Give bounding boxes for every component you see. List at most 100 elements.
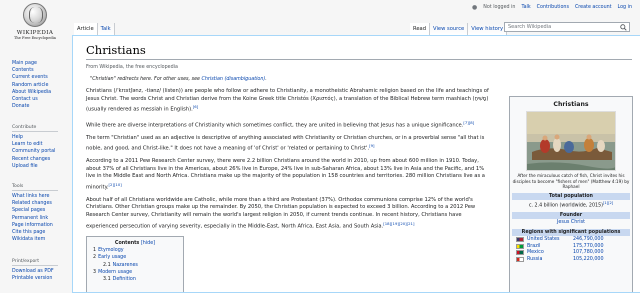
region-country[interactable]: United States [527,237,573,242]
login-link[interactable]: Log in [618,5,632,10]
contribute-heading: Contribute [12,125,58,132]
create-account-link[interactable]: Create account [575,5,612,10]
contributions-link[interactable]: Contributions [537,5,569,10]
nav-contribute: Contribute Help Learn to edit Community … [12,125,68,170]
regions-list: United States 246,790,000 Brazil 175,770,00… [512,236,630,262]
sidebar: WIKIPEDIA The Free Encyclopedia Main pag… [0,0,70,293]
region-row: United States 246,790,000 [512,236,630,243]
paragraph-3: The term "Christian" used as an adjectiv… [86,134,485,153]
nav-printable-version[interactable]: Printable version [12,275,68,282]
nav-help[interactable]: Help [12,134,68,141]
tab-view-source[interactable]: View source [430,23,469,35]
nav-learn-to-edit[interactable]: Learn to edit [12,141,68,148]
user-links: ● Not logged in Talk Contributions Creat… [472,4,632,11]
main-content: Christians From Wikipedia, the free ency… [72,35,640,293]
page-title: Christians [86,43,146,57]
nav-download-pdf[interactable]: Download as PDF [12,268,68,275]
flag-icon [516,250,524,256]
user-icon: ● [472,4,478,11]
infobox-painting[interactable] [526,111,616,171]
search-input[interactable]: Search Wikipedia [504,22,630,32]
infobox-caption: After the miraculous catch of fish, Chri… [512,173,630,190]
paragraph-1: Christians (/ˈkrɪstʃənz, -tiənz/ (listen… [86,88,489,113]
nav-wikidata-item[interactable]: Wikidata item [12,236,68,243]
total-population-value: c. 2.4 billion (worldwide, 2015)[1][2] [528,200,614,209]
founder-heading: Founder [512,212,630,220]
region-country[interactable]: Mexico [527,250,573,255]
title-divider [86,59,632,60]
nav-recent-changes[interactable]: Recent changes [12,156,68,163]
toc-item[interactable]: 2.1 Nazarenes [93,262,177,269]
ref-p2[interactable]: [7][8] [463,120,474,125]
toc-hide-toggle[interactable]: [hide] [141,241,155,246]
region-row: Brazil 175,770,000 [512,243,630,250]
site-subtitle: From Wikipedia, the free encyclopedia [86,65,178,70]
nav-donate[interactable]: Donate [12,103,68,110]
nav-main: Main page Contents Current events Random… [12,60,68,110]
logo-tagline: The Free Encyclopedia [14,36,56,40]
nav-what-links-here[interactable]: What links here [12,193,68,200]
tab-read[interactable]: Read [410,23,431,35]
nav-about[interactable]: About Wikipedia [12,89,68,96]
region-value[interactable]: 175,770,000 [573,244,604,249]
nav-related-changes[interactable]: Related changes [12,200,68,207]
region-row: Mexico 107,780,000 [512,250,630,257]
toc-item[interactable]: 3 Modern usage [93,269,177,276]
view-tabs: Read View source View history [410,23,508,35]
nav-random-article[interactable]: Random article [12,82,68,89]
search-icon[interactable] [620,24,627,31]
hatnote-end: . [265,77,267,82]
ref-p4[interactable]: [2][10] [109,182,122,187]
nav-permanent-link[interactable]: Permanent link [12,215,68,222]
toc-item[interactable]: 2 Early usage [93,254,177,261]
regions-heading: Regions with significant populations [512,229,630,237]
disambiguation-link[interactable]: Christian (disambiguation) [202,77,266,82]
region-value[interactable]: 105,220,000 [573,257,604,262]
founder-value[interactable]: Jesus Christ [512,219,630,226]
paragraph-2: While there are diverse interpretations … [86,120,475,129]
region-country[interactable]: Brazil [527,244,573,249]
toc-item[interactable]: 3.1 Definition [93,276,177,283]
wikipedia-logo[interactable]: WIKIPEDIA The Free Encyclopedia [14,3,56,53]
flag-icon [516,243,524,249]
total-ref[interactable]: [1][2] [603,201,613,205]
toc-item[interactable]: 1 Etymology [93,247,177,254]
nav-page-information[interactable]: Page information [12,222,68,229]
table-of-contents: Contents [hide] 1 Etymology 2 Early usage … [86,236,184,292]
infobox-title: Christians [553,101,589,108]
nav-current-events[interactable]: Current events [12,74,68,81]
nav-contact[interactable]: Contact us [12,96,68,103]
globe-icon [23,3,47,27]
paragraph-5: About half of all Christians worldwide a… [86,196,476,230]
nav-upload-file[interactable]: Upload file [12,163,68,170]
ref-p5[interactable]: [18][19][20][21] [383,221,414,226]
region-value[interactable]: 246,790,000 [573,237,604,242]
nav-cite-this-page[interactable]: Cite this page [12,229,68,236]
region-row: Russia 105,220,000 [512,256,630,263]
region-country[interactable]: Russia [527,257,573,262]
nav-main-page[interactable]: Main page [12,60,68,67]
infobox: Christians After the miraculous catch of… [509,96,633,292]
nav-print: Print/export Download as PDF Printable v… [12,259,68,282]
flag-icon [516,256,524,262]
ref-p1[interactable]: [6] [193,104,198,109]
tab-article[interactable]: Article [74,23,98,35]
paragraph-4: According to a 2011 Pew Research Center … [86,158,485,191]
nav-contents[interactable]: Contents [12,67,68,74]
hatnote-text: "Christian" redirects here. For other us… [90,77,202,82]
ref-p3[interactable]: [9] [369,143,374,148]
nav-community-portal[interactable]: Community portal [12,148,68,155]
total-population-heading: Total population [512,192,630,200]
tab-talk[interactable]: Talk [97,23,115,35]
region-value[interactable]: 107,780,000 [573,250,604,255]
namespace-tabs: Article Talk [74,23,115,35]
article-body: Christians (/ˈkrɪstʃənz, -tiənz/ (listen… [86,88,494,235]
flag-icon [516,237,524,243]
hatnote: "Christian" redirects here. For other us… [90,77,267,82]
nav-special-pages[interactable]: Special pages [12,207,68,214]
tab-view-history[interactable]: View history [468,23,508,35]
print-heading: Print/export [12,259,58,266]
talk-link[interactable]: Talk [521,5,530,10]
painting-image [527,112,615,170]
not-logged-in: Not logged in [483,5,516,10]
